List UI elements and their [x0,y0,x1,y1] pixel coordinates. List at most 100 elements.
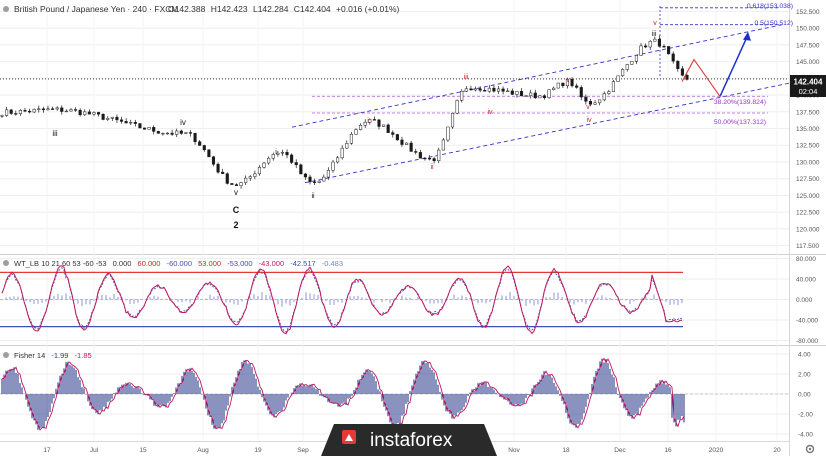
fisher-tick-label: 4.00 [798,352,811,359]
candle-body [437,149,441,161]
fib-500-label: 50.00%(137.312) [714,119,766,126]
candle-body [110,116,114,119]
last-price-tag: 142.404 02:04 [790,75,826,97]
candle-body [46,108,50,111]
candle-body [414,151,418,153]
price-tick-label: 117.500 [796,243,819,250]
fisher-tick-label: -2.00 [798,412,813,419]
candle-body [423,157,427,160]
candle-body [156,131,160,134]
time-tick-label: Aug [197,447,209,454]
candle-body [32,108,36,113]
candle-body [253,173,257,177]
candle-body [598,99,602,104]
candle-body [74,109,78,111]
candle-body [129,122,133,124]
candle-body [244,177,248,183]
candle-body [405,142,409,145]
candle-body [478,88,482,91]
price-tick-label: 152.500 [796,9,820,16]
candle-body [418,152,422,159]
candle-body [607,91,611,94]
candle-body [359,125,363,130]
time-tick-label: Dec [614,447,626,454]
candle-body [216,163,220,173]
price-tick-label: 135.000 [796,126,820,133]
watermark-text: instaforex [370,430,453,451]
price-tick-label: 127.500 [796,176,820,183]
candle-body [69,109,73,112]
fisher-tick-label: 2.00 [798,372,811,379]
candle-body [533,92,537,99]
price-tick-label: 137.500 [796,109,820,116]
candle-body [170,132,174,135]
wt-dot-icon [3,260,9,266]
candle-body [400,139,404,145]
time-tick-label: Sep [297,447,309,454]
fisher-legend: Fisher 14 -1.99 -1.85 [14,351,92,360]
candle-body [639,45,643,56]
candle-body [611,81,615,92]
candle-body [124,121,128,124]
wave-label: ii [430,164,434,171]
candle-body [584,96,588,102]
wave-label: v [234,188,238,197]
candle-body [506,90,510,92]
candle-body [510,90,514,95]
candle-body [267,157,271,164]
candle-body [303,173,307,178]
wave-label: v [586,104,590,111]
candle-body [460,90,464,101]
candle-body [377,119,381,127]
instaforex-watermark: instaforex [321,424,497,456]
candle-body [336,157,340,163]
candle-body [313,181,317,183]
candle-body [579,87,583,98]
candle-body [142,127,147,130]
wave-label: iii [464,74,469,81]
candle-body [644,45,648,48]
fib-382-label: 38.20%(139.824) [714,99,766,106]
candle-body [331,161,335,171]
time-tick-label: 15 [139,447,147,454]
candle-body [133,122,137,124]
wave-label: iv [487,109,493,116]
candle-body [83,111,87,116]
fisher-dot-icon [3,352,9,358]
time-tick-label: 17 [43,447,51,454]
wt-tick-label: 0.000 [796,297,813,304]
candle-body [529,92,533,96]
candle-body [667,46,671,55]
candle-body [23,110,27,112]
wave-label: 2 [233,220,238,230]
candle-body [602,93,606,101]
candle-body [290,154,294,163]
candle-body [657,38,661,47]
candle-body [487,87,491,92]
wave-label: v [566,77,570,84]
candle-body [9,109,13,114]
candle-body [409,142,413,152]
candle-body [18,110,22,114]
wt-tick-label: -40.000 [796,317,818,324]
candle-body [340,147,344,159]
candle-body [648,41,652,48]
candle-body [368,119,372,123]
candle-body [51,108,55,110]
candle-body [299,164,303,175]
candle-body [473,88,478,91]
candle-body [519,91,524,97]
candle-body [262,162,266,168]
candle-body [570,79,574,87]
symbol-title[interactable]: British Pound / Japanese Yen · 240 · FXC… [14,4,178,14]
candle-body [106,118,110,120]
chart-canvas[interactable]: iiiivvC2iiiiiiiiiivvvivviii0.618(153.038… [0,0,826,456]
candle-body [175,130,179,135]
candle-body [239,182,243,186]
wave-label: v [653,20,657,27]
candle-body [28,110,32,113]
fib-0618-label: 0.618(153.038) [747,3,793,10]
candle-body [561,82,565,87]
candle-body [680,68,684,76]
price-tick-label: 145.000 [796,59,820,66]
